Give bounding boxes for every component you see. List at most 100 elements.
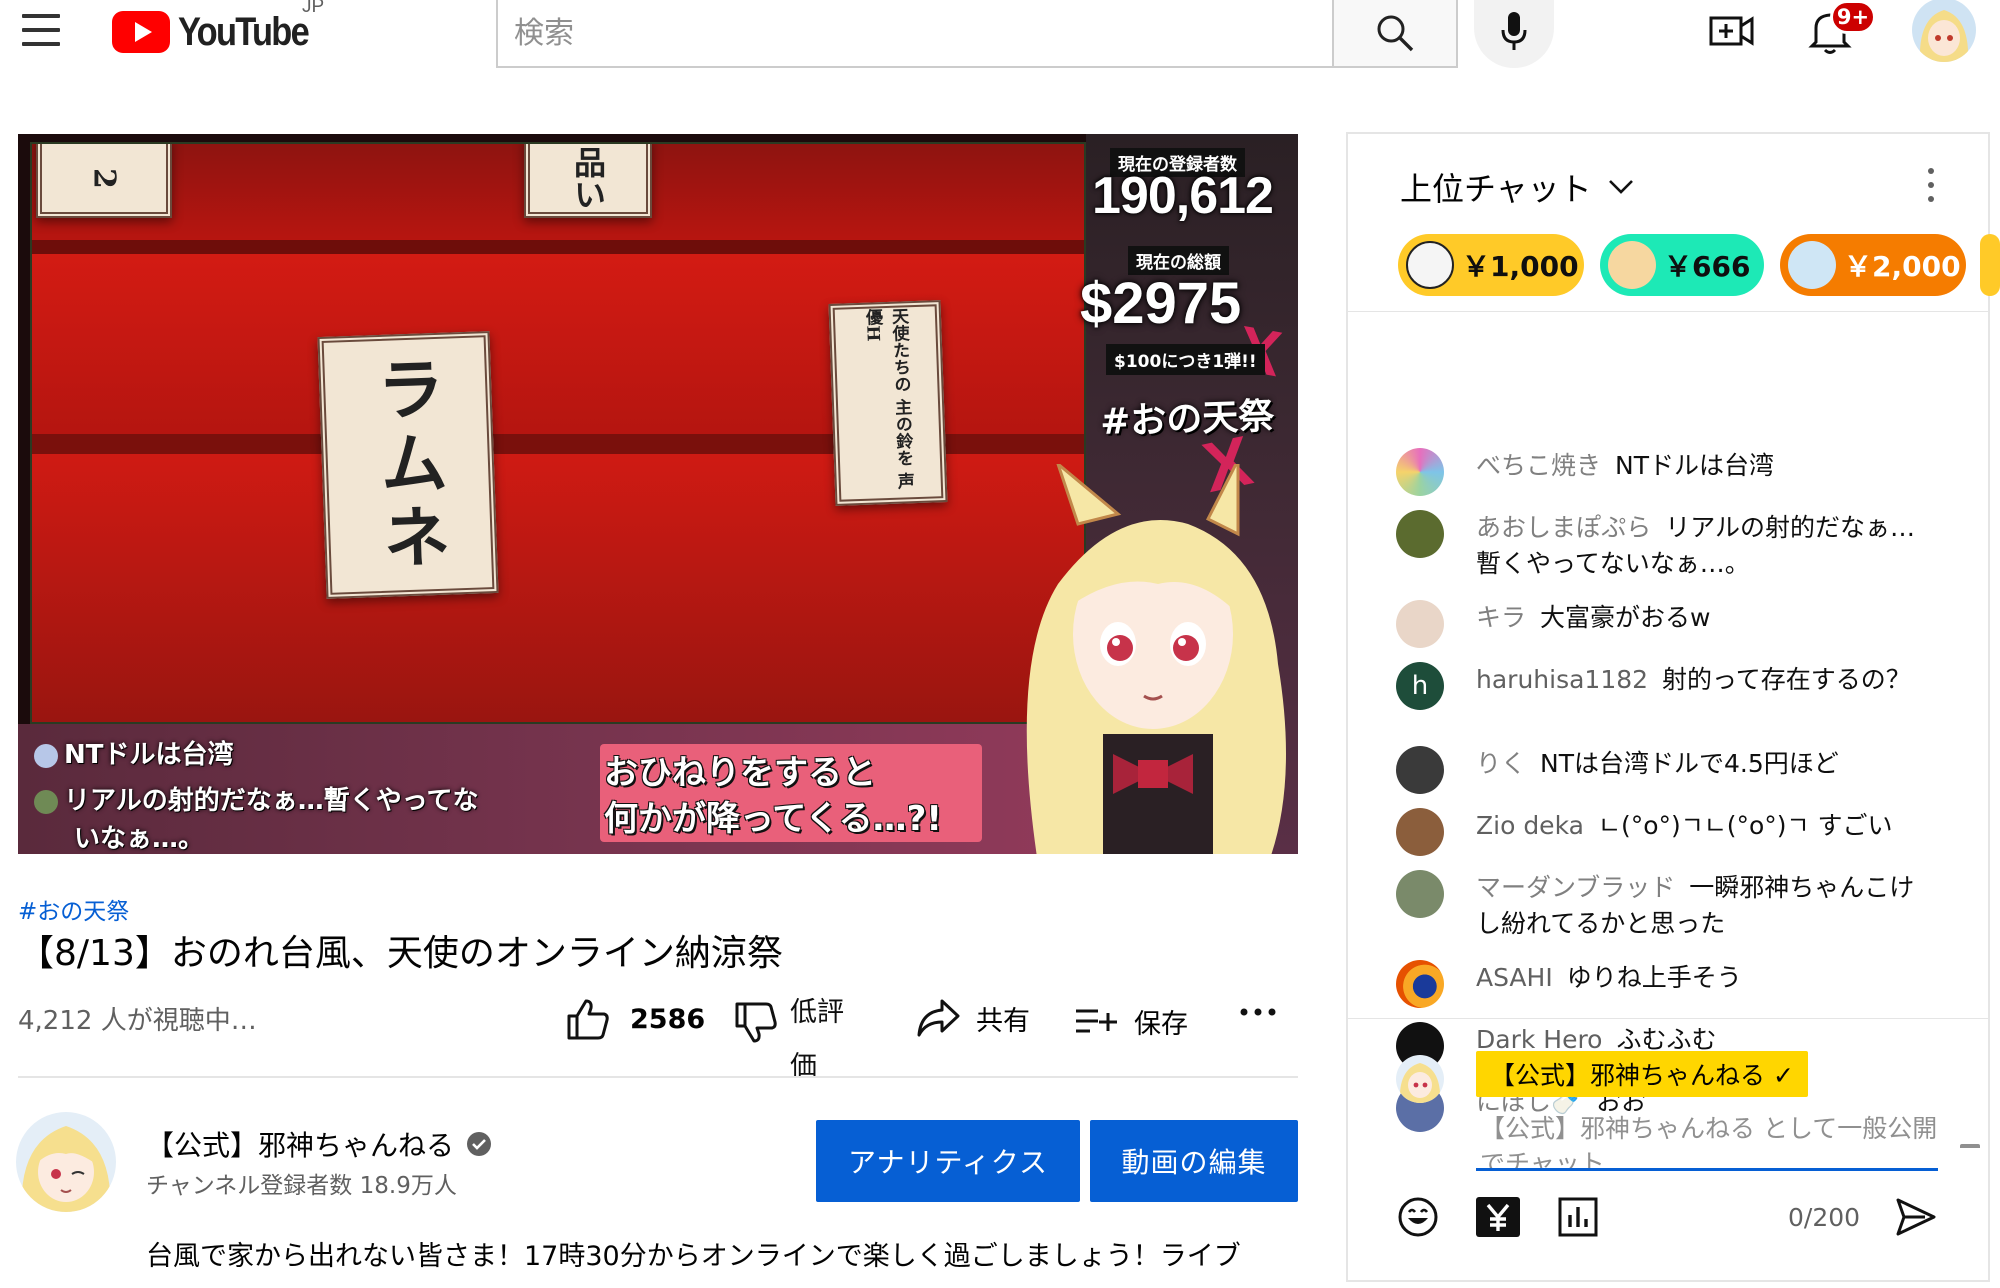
chat-mode-label: 上位チャット bbox=[1400, 170, 1592, 208]
poll-icon bbox=[1558, 1197, 1598, 1237]
chat-message-text: 大富豪がおるw bbox=[1540, 603, 1711, 632]
share-button[interactable]: 共有 bbox=[916, 998, 1030, 1038]
chat-message: マーダンブラッド 一瞬邪神ちゃんこけし紛れてるかと思った bbox=[1396, 870, 1936, 942]
chat-message-text: 射的って存在するの？ bbox=[1662, 665, 1911, 694]
super-chat-ticker-1[interactable]: ￥1,000 bbox=[1398, 234, 1584, 296]
dislike-button[interactable] bbox=[734, 1002, 778, 1044]
chat-message-input[interactable]: 【公式】邪神ちゃんねる として一般公開でチャット... bbox=[1476, 1111, 1938, 1171]
chat-author-name[interactable]: りく bbox=[1476, 749, 1526, 778]
channel-avatar-icon bbox=[16, 1112, 116, 1212]
send-button[interactable] bbox=[1894, 1195, 1938, 1239]
chat-author-avatar[interactable] bbox=[1396, 510, 1444, 558]
save-button[interactable]: 保存 bbox=[1074, 1002, 1188, 1041]
search-button[interactable] bbox=[1332, 0, 1458, 68]
more-actions-button[interactable] bbox=[1240, 1002, 1276, 1022]
super-chat-ticker-2[interactable]: ￥666 bbox=[1600, 234, 1764, 296]
chat-author-avatar[interactable] bbox=[1396, 746, 1444, 794]
chat-input-area: 【公式】邪神ちゃんねる ✓ 【公式】邪神ちゃんねる として一般公開でチャット..… bbox=[1348, 1018, 1988, 1288]
edit-video-button[interactable]: 動画の編集 bbox=[1090, 1120, 1298, 1202]
chat-message-text: ゆりね上手そう bbox=[1566, 963, 1742, 992]
caption-text: おひねりをすると 何かが降ってくる…?! bbox=[604, 753, 942, 839]
microphone-icon bbox=[1501, 12, 1527, 50]
overlay-chat-line-2: リアルの射的だなぁ…暫くやってな bbox=[34, 780, 478, 817]
shop-card-top: 品い bbox=[524, 144, 652, 218]
create-video-button[interactable] bbox=[1708, 10, 1756, 52]
chat-message: りく NTは台湾ドルで4.5円ほど bbox=[1396, 746, 1936, 794]
save-label: 保存 bbox=[1134, 1009, 1188, 1040]
chat-author-avatar[interactable]: h bbox=[1396, 662, 1444, 710]
analytics-button[interactable]: アナリティクス bbox=[816, 1120, 1080, 1202]
menu-icon[interactable] bbox=[22, 14, 62, 48]
ticker-avatar bbox=[1406, 241, 1454, 289]
send-icon bbox=[1896, 1198, 1936, 1236]
shop-card-topleft: 2 bbox=[36, 144, 172, 218]
chat-message: ASAHI ゆりね上手そう bbox=[1396, 960, 1936, 1008]
notification-badge: 9+ bbox=[1830, 0, 1876, 34]
region-code: JP bbox=[302, 0, 325, 17]
character-counter: 0/200 bbox=[1788, 1203, 1861, 1232]
shop-card-right: 天使たちの 主の鈴を 声優H bbox=[828, 300, 948, 506]
voice-search-button[interactable] bbox=[1474, 0, 1554, 68]
owner-name-tag: 【公式】邪神ちゃんねる ✓ bbox=[1476, 1051, 1808, 1097]
thumbs-up-icon bbox=[567, 999, 609, 1040]
stream-hashtag-overlay: #おの天祭 bbox=[1099, 395, 1275, 444]
ticker-amount: ￥666 bbox=[1664, 250, 1751, 283]
emoji-button[interactable] bbox=[1396, 1195, 1440, 1239]
chat-author-name[interactable]: キラ bbox=[1476, 603, 1526, 632]
chat-message-text: NTドルは台湾 bbox=[1615, 451, 1774, 480]
ticker-avatar bbox=[1608, 241, 1656, 289]
super-chat-ticker-3[interactable]: ￥2,000 bbox=[1780, 234, 1966, 296]
video-hashtag-link[interactable]: #おの天祭 bbox=[18, 892, 129, 926]
thumbs-down-icon bbox=[735, 1002, 777, 1043]
channel-name: 【公式】邪神ちゃんねる bbox=[146, 1129, 455, 1162]
channel-name-row[interactable]: 【公式】邪神ちゃんねる bbox=[146, 1124, 492, 1164]
add-to-playlist-icon bbox=[1076, 1009, 1117, 1032]
yen-icon bbox=[1476, 1197, 1520, 1237]
share-label: 共有 bbox=[976, 1005, 1030, 1037]
ticker-amount: ￥1,000 bbox=[1462, 250, 1579, 283]
more-horizontal-icon bbox=[1240, 1008, 1276, 1016]
overlay-chat-line-1: NTドルは台湾 bbox=[34, 734, 234, 771]
chat-author-name[interactable]: haruhisa1182 bbox=[1476, 665, 1648, 694]
vtuber-character bbox=[1026, 464, 1286, 854]
chat-mode-selector[interactable]: 上位チャット bbox=[1400, 164, 1634, 210]
ticker-amount: ￥2,000 bbox=[1844, 250, 1961, 283]
poll-button[interactable] bbox=[1556, 1195, 1600, 1239]
chat-author-name[interactable]: マーダンブラッド bbox=[1476, 873, 1675, 902]
chat-author-name[interactable]: ASAHI bbox=[1476, 963, 1553, 992]
search-input[interactable] bbox=[498, 0, 1332, 66]
emoji-icon bbox=[1398, 1197, 1438, 1237]
chat-message: h haruhisa1182 射的って存在するの？ bbox=[1396, 662, 1936, 710]
super-chat-button[interactable] bbox=[1476, 1195, 1520, 1239]
chat-author-avatar[interactable] bbox=[1396, 600, 1444, 648]
masthead: YouTube JP 9+ bbox=[0, 0, 2000, 86]
video-player[interactable]: 2 品い ラムネ 天使たちの 主の鈴を 声優H X X X 現在の登録者数 19… bbox=[18, 134, 1298, 854]
chat-more-options-icon[interactable] bbox=[1926, 168, 1936, 204]
super-chat-ticker-4[interactable] bbox=[1980, 234, 2000, 296]
search-icon bbox=[1377, 15, 1414, 52]
chat-header: 上位チャット ￥1,000 ￥666 ￥2,000 bbox=[1348, 134, 2000, 312]
chat-author-avatar[interactable] bbox=[1396, 448, 1444, 496]
video-scene: 2 品い ラムネ 天使たちの 主の鈴を 声優H bbox=[30, 142, 1086, 724]
chat-message: Zio deka ㄴ(°o°)ㄱㄴ(°o°)ㄱ すごい bbox=[1396, 808, 1936, 856]
search-box[interactable] bbox=[496, 0, 1332, 68]
youtube-logo[interactable]: YouTube bbox=[112, 10, 329, 54]
account-avatar[interactable] bbox=[1912, 0, 1976, 62]
verified-icon bbox=[467, 1132, 492, 1156]
divider bbox=[18, 1076, 1298, 1078]
chat-author-avatar[interactable] bbox=[1396, 870, 1444, 918]
channel-avatar[interactable] bbox=[16, 1112, 116, 1212]
chat-author-name[interactable]: べちこ焼き bbox=[1476, 451, 1601, 480]
chat-message: べちこ焼き NTドルは台湾 bbox=[1396, 448, 1936, 496]
like-button[interactable]: 2586 bbox=[566, 998, 705, 1040]
chat-author-name[interactable]: Zio deka bbox=[1476, 811, 1584, 840]
chat-author-avatar[interactable] bbox=[1396, 808, 1444, 856]
chat-author-avatar[interactable] bbox=[1396, 960, 1444, 1008]
live-viewer-count: 4,212 人が視聴中… bbox=[18, 1006, 257, 1036]
shop-card-ramune: ラムネ bbox=[317, 331, 499, 599]
chat-author-name[interactable]: あおしまぽぷら bbox=[1476, 513, 1651, 542]
chat-message: あおしまぽぷら リアルの射的だなぁ…暫くやってないなぁ…。 bbox=[1396, 510, 1936, 582]
chevron-down-icon bbox=[1608, 180, 1633, 194]
video-title: 【8/13】おのれ台風、天使のオンライン納涼祭 bbox=[18, 933, 783, 974]
ticker-avatar bbox=[1788, 241, 1836, 289]
